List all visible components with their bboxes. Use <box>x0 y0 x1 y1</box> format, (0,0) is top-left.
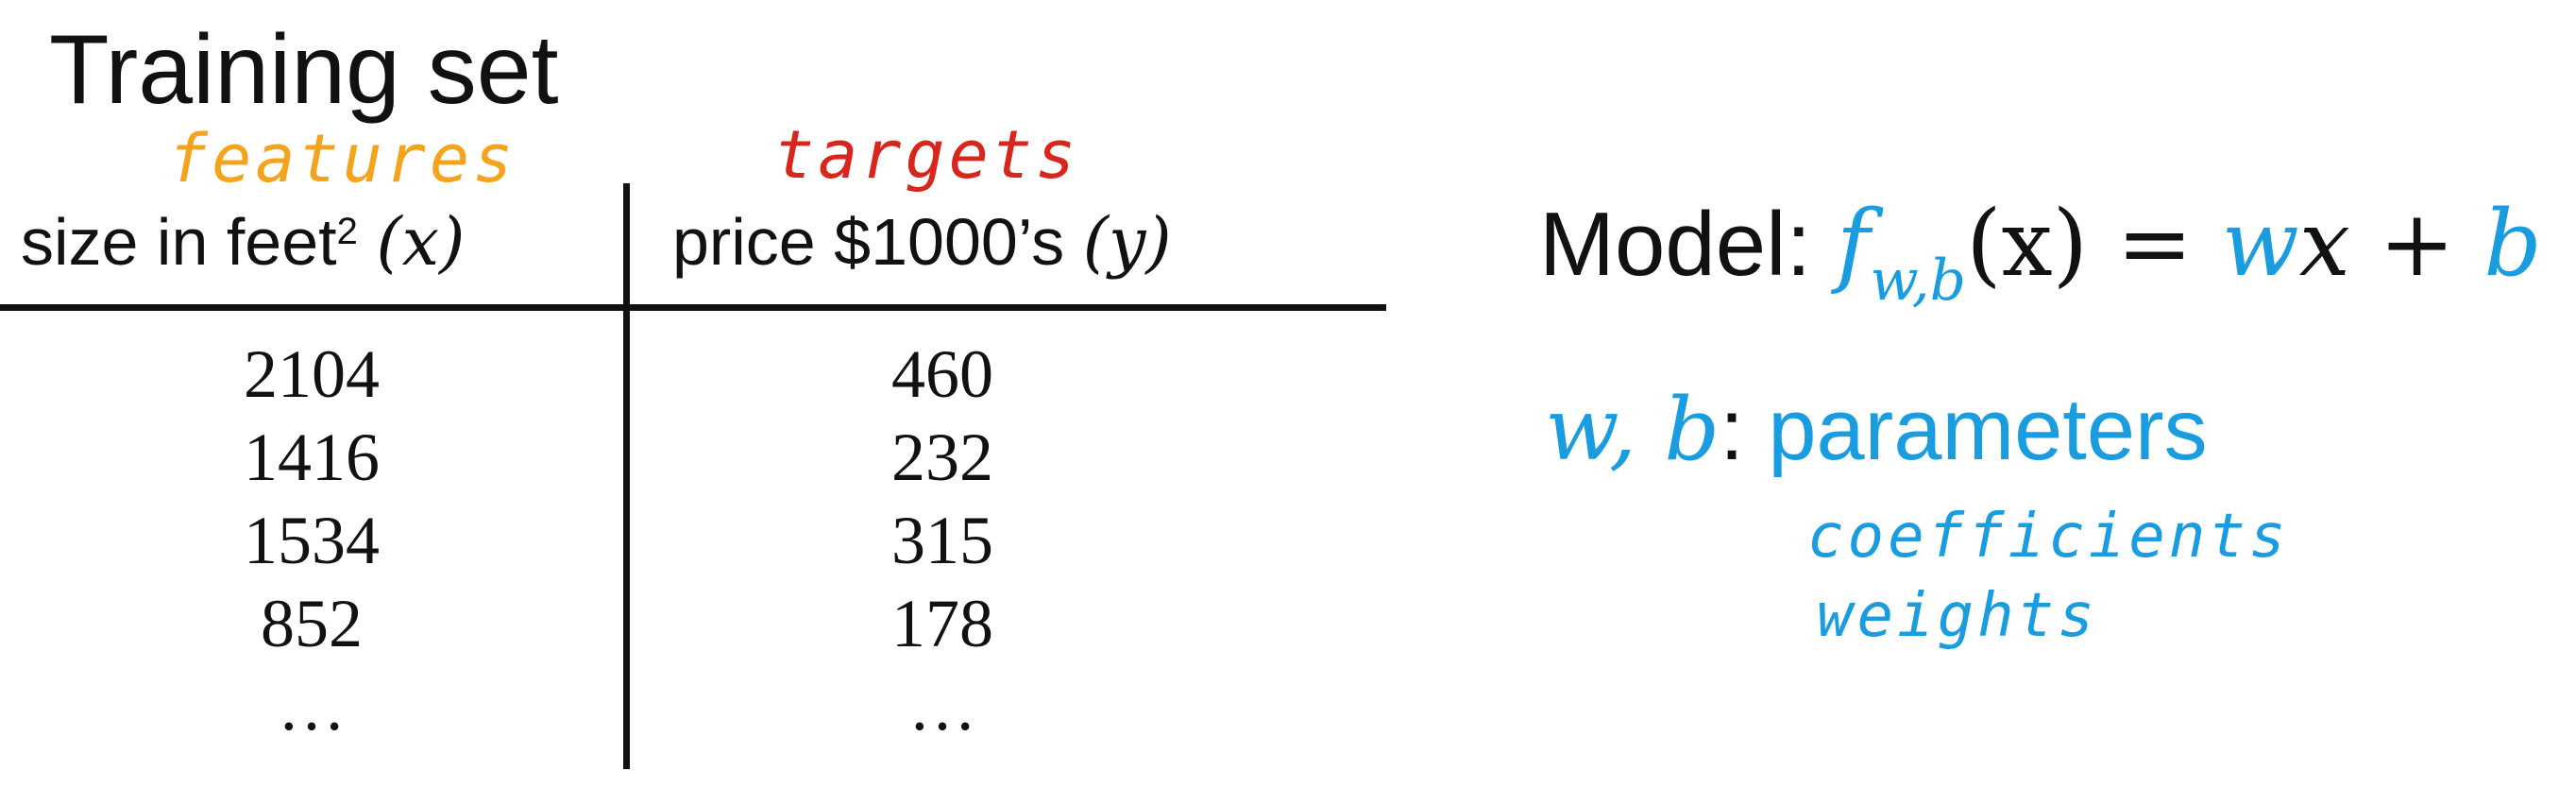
price-header-text: price $1000’s <box>672 205 1065 279</box>
table-cell-y-ellipsis: … <box>908 669 976 745</box>
coefficients-annotation: coefficients <box>1807 502 2290 572</box>
model-equation: Model: fw,b(x) = wx + b <box>1539 187 2542 309</box>
model-weight: w <box>2221 191 2299 297</box>
model-input: x <box>2298 191 2350 297</box>
size-header-exponent: 2 <box>336 211 358 252</box>
table-cell-y: 232 <box>891 420 993 495</box>
table-cell-y: 178 <box>891 586 993 661</box>
weights-annotation: weights <box>1817 581 2098 651</box>
price-column-values: 460 232 315 178 … <box>801 333 1084 748</box>
table-vertical-divider <box>623 183 630 769</box>
price-column-header: price $1000’s (y) <box>672 197 1172 287</box>
size-header-text: size in feet <box>21 205 337 279</box>
table-cell-x: 1416 <box>244 420 380 495</box>
features-annotation: features <box>168 120 517 197</box>
size-column-header: size in feet2 (x) <box>21 197 465 287</box>
table-horizontal-divider <box>0 304 1386 311</box>
parameters-colon: : <box>1720 382 1744 478</box>
parameters-line: w, b: parameters <box>1545 378 2208 482</box>
slide: Training set features targets size in fe… <box>0 0 2576 788</box>
model-equals: = <box>2088 191 2222 297</box>
table-cell-x: 1534 <box>244 503 380 578</box>
size-header-variable: (x) <box>376 203 466 281</box>
model-function-subscript: w,b <box>1870 248 1967 314</box>
model-label: Model: <box>1539 194 1812 295</box>
table-cell-y: 460 <box>891 336 993 412</box>
table-cell-x: 2104 <box>244 336 380 412</box>
slide-title: Training set <box>49 15 559 125</box>
table-cell-x-ellipsis: … <box>278 669 346 745</box>
model-bias: b <box>2483 191 2542 297</box>
targets-annotation: targets <box>774 116 1080 194</box>
model-function-symbol: f <box>1836 191 1871 297</box>
price-header-variable: (y) <box>1082 203 1172 281</box>
size-column-values: 2104 1416 1534 852 … <box>170 333 453 748</box>
model-plus: + <box>2349 191 2484 297</box>
parameter-symbols: w, b <box>1545 379 1720 480</box>
table-cell-x: 852 <box>261 586 363 661</box>
model-function-argument: (x) <box>1966 191 2089 297</box>
table-cell-y: 315 <box>891 503 993 578</box>
parameters-label: parameters <box>1768 382 2208 478</box>
